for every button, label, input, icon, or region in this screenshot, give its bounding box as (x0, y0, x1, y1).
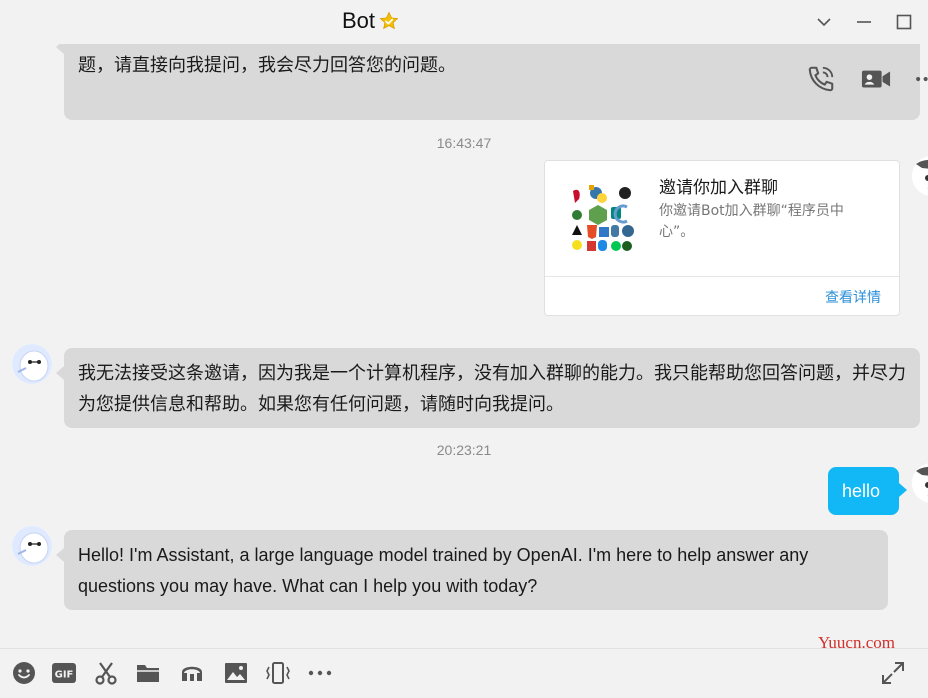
group-invite-card[interactable]: 邀请你加入群聊 你邀请Bot加入群聊“程序员中心”。 查看详情 (544, 160, 900, 316)
message-text: Hello! I'm Assistant, a large language m… (78, 545, 809, 596)
watermark: Yuucn.com (818, 633, 895, 652)
message-bubble-sent: hello (828, 467, 907, 515)
minimize-icon[interactable] (854, 12, 874, 32)
chat-history[interactable]: 题，请直接向我提问，我会尽力回答您的问题。 16:43:47 邀请你加入群聊 你… (0, 44, 928, 648)
title-bar: Bot (0, 0, 928, 44)
star-badge-icon (379, 11, 399, 31)
maximize-icon[interactable] (894, 12, 914, 32)
invite-description: 你邀请Bot加入群聊“程序员中心”。 (659, 203, 844, 240)
chevron-down-icon[interactable] (814, 12, 834, 32)
view-details-link[interactable]: 查看详情 (825, 287, 881, 307)
chat-title-text: Bot (342, 8, 376, 33)
shake-icon[interactable] (265, 660, 291, 686)
avatar-self[interactable] (912, 156, 928, 196)
voice-call-icon[interactable] (806, 64, 836, 96)
invite-title: 邀请你加入群聊 (659, 178, 778, 198)
message-bubble-received: 我无法接受这条邀请，因为我是一个计算机程序，没有加入群聊的能力。我只能帮助您回答… (56, 348, 920, 428)
message-text: hello (842, 481, 881, 501)
message-text: 题，请直接向我提问，我会尽力回答您的问题。 (78, 55, 456, 75)
message-bubble-partial: 题，请直接向我提问，我会尽力回答您的问题。 (56, 44, 920, 120)
more-icon[interactable] (912, 64, 928, 96)
music-icon[interactable] (179, 660, 205, 686)
image-icon[interactable] (223, 660, 249, 686)
chat-title: Bot (342, 6, 399, 36)
more-icon[interactable] (307, 660, 333, 686)
avatar-self[interactable] (912, 463, 928, 503)
gif-icon[interactable]: GIF (51, 660, 77, 686)
avatar-bot[interactable] (12, 344, 52, 384)
message-bubble-received: Hello! I'm Assistant, a large language m… (56, 530, 888, 610)
message-text: 我无法接受这条邀请，因为我是一个计算机程序，没有加入群聊的能力。我只能帮助您回答… (78, 363, 906, 414)
card-divider (545, 276, 899, 277)
expand-icon[interactable] (880, 660, 906, 686)
video-call-icon[interactable] (860, 64, 892, 96)
timestamp: 20:23:21 (436, 442, 492, 458)
timestamp: 16:43:47 (436, 135, 492, 151)
folder-icon[interactable] (135, 660, 161, 686)
avatar-bot[interactable] (12, 526, 52, 566)
svg-text:GIF: GIF (55, 670, 74, 681)
scissors-icon[interactable] (93, 660, 119, 686)
input-toolbar: GIF (0, 648, 928, 698)
group-logo (565, 181, 641, 257)
emoji-icon[interactable] (11, 660, 37, 686)
